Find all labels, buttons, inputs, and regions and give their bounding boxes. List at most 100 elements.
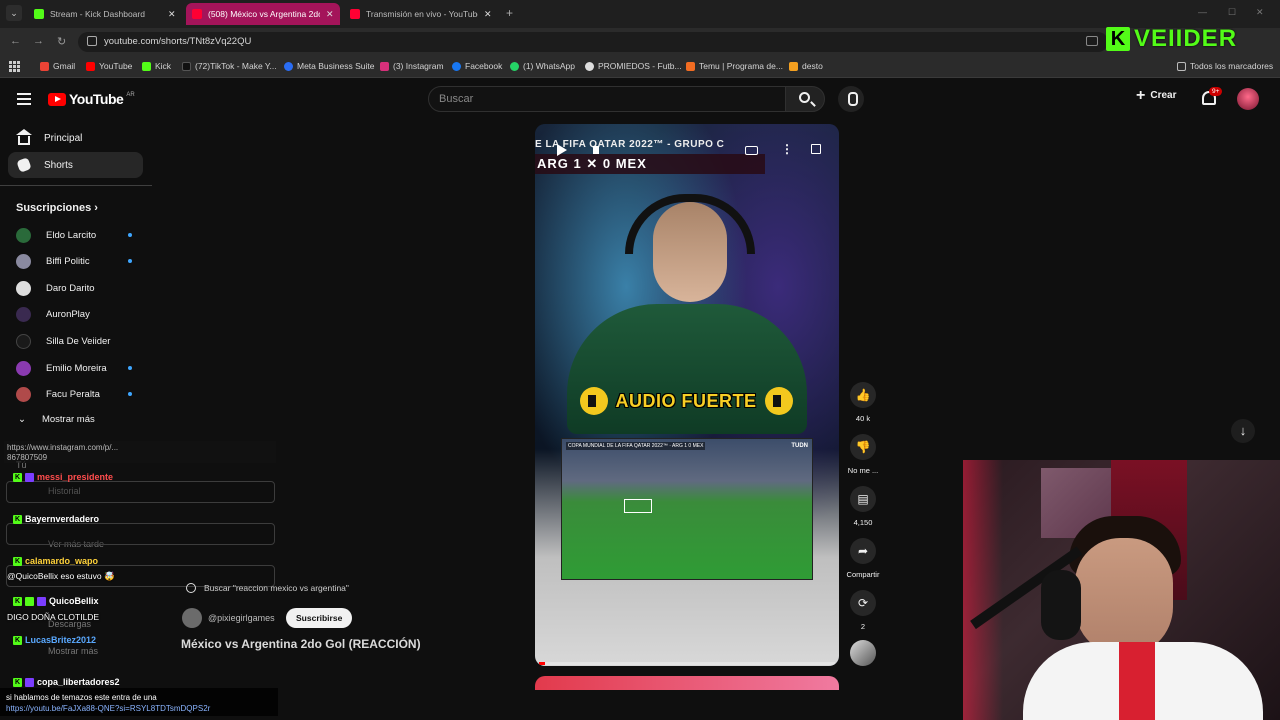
- bookmark-instagram[interactable]: (3) Instagram: [380, 61, 444, 71]
- bookmark-meta[interactable]: Meta Business Suite: [284, 61, 374, 71]
- dislike-button[interactable]: 👎 No me ...: [842, 434, 884, 475]
- gift-badge-icon: [37, 596, 46, 606]
- account-avatar[interactable]: [1237, 88, 1259, 110]
- more-options-icon[interactable]: ⋮: [781, 142, 793, 156]
- search-icon: [186, 583, 196, 593]
- browser-tab-kick[interactable]: Stream - Kick Dashboard ✕: [28, 3, 182, 25]
- back-icon[interactable]: ←: [10, 35, 21, 47]
- comments-button[interactable]: ▤ 4,150: [842, 486, 884, 527]
- audio-warning-banner: AUDIO FUERTE: [561, 382, 811, 420]
- bookmarks-bar: Gmail YouTube Kick (72)TikTok - Make Y..…: [0, 56, 1280, 78]
- speaker-icon: [764, 387, 793, 415]
- sidebar-item-principal[interactable]: Principal: [8, 125, 143, 151]
- bookmark-kick[interactable]: Kick: [142, 61, 171, 71]
- short-title[interactable]: México vs Argentina 2do Gol (REACCIÓN): [181, 637, 421, 651]
- next-short-button[interactable]: [1231, 419, 1255, 443]
- subscription-item[interactable]: AuronPlay: [16, 305, 136, 323]
- microphone-icon: [1041, 570, 1081, 640]
- search-icon: [799, 92, 810, 103]
- kick-badge-icon: K: [13, 596, 22, 606]
- subscription-item[interactable]: Biffi Politic: [16, 252, 136, 270]
- whatsapp-icon: [510, 61, 519, 71]
- sidebar-item-shorts[interactable]: Shorts: [8, 152, 143, 178]
- tab-search-icon[interactable]: ⌄: [6, 5, 22, 21]
- subscription-item[interactable]: Emilio Moreira: [16, 359, 136, 377]
- volume-icon[interactable]: [593, 146, 599, 154]
- bookmark-facebook[interactable]: Facebook: [452, 61, 502, 71]
- home-icon: [16, 128, 32, 145]
- bookmark-gmail[interactable]: Gmail: [40, 61, 75, 71]
- next-short-preview[interactable]: [535, 676, 839, 690]
- subscription-item[interactable]: Facu Peralta: [16, 385, 136, 403]
- related-search-suggestion[interactable]: Buscar "reaccion mexico vs argentina": [186, 583, 349, 593]
- subscription-item[interactable]: Daro Darito: [16, 279, 136, 297]
- bookmark-temu[interactable]: Temu | Programa de...: [686, 61, 783, 71]
- progress-fill: [539, 662, 545, 665]
- streamer-name: VEIIDER: [1134, 25, 1238, 52]
- remix-button[interactable]: ⟳ 2: [842, 590, 884, 631]
- remix-icon: ⟳: [857, 596, 869, 610]
- video-progress-bar[interactable]: [539, 662, 835, 665]
- bookmark-promiedos[interactable]: PROMIEDOS - Futb...: [585, 61, 682, 71]
- youtube-header: YouTube AR Buscar + Crear 9+: [0, 78, 1280, 122]
- sound-thumbnail: [850, 640, 876, 666]
- new-content-dot: [128, 392, 132, 396]
- comment-icon: ▤: [857, 492, 869, 506]
- close-window-icon[interactable]: ✕: [1256, 7, 1264, 18]
- bookmark-youtube[interactable]: YouTube: [86, 61, 132, 71]
- search-button[interactable]: [785, 86, 825, 112]
- captions-icon[interactable]: [745, 146, 758, 155]
- minimize-icon[interactable]: —: [1198, 7, 1207, 17]
- short-channel[interactable]: @pixiegirlgames: [182, 608, 275, 628]
- youtube-logo[interactable]: YouTube AR: [48, 91, 135, 107]
- tab-title: Stream - Kick Dashboard: [50, 9, 145, 19]
- subscribe-button[interactable]: Suscribirse: [286, 608, 353, 628]
- subscription-item[interactable]: Silla De Veiider: [16, 332, 136, 350]
- subscription-item[interactable]: Eldo Larcito: [16, 226, 136, 244]
- cast-icon[interactable]: [1086, 36, 1098, 46]
- close-tab-icon[interactable]: ✕: [484, 9, 492, 20]
- apps-grid-icon[interactable]: [9, 61, 20, 72]
- create-button[interactable]: + Crear: [1136, 87, 1176, 103]
- like-button[interactable]: 👍 40 k: [842, 382, 884, 423]
- site-info-icon[interactable]: [87, 36, 97, 46]
- chat-message-text: @QuicoBellix eso estuvo 🤯: [7, 571, 115, 581]
- voice-search-icon[interactable]: [838, 86, 864, 112]
- all-bookmarks-folder[interactable]: Todos los marcadores: [1177, 61, 1273, 71]
- video-person: [653, 202, 727, 302]
- share-button[interactable]: ➦ Compartir: [842, 538, 884, 579]
- browser-tab-youtube-live[interactable]: Transmisión en vivo - YouTube ✕: [344, 3, 498, 25]
- chat-username: K QuicoBellix: [13, 596, 99, 606]
- show-more-subscriptions[interactable]: ⌄ Mostrar más: [18, 414, 95, 425]
- sidebar-item-show-more[interactable]: Mostrar más: [48, 646, 98, 656]
- speaker-icon: [579, 387, 608, 415]
- bookmark-desto[interactable]: desto: [789, 61, 823, 71]
- kick-badge-icon: K: [13, 514, 22, 524]
- bookmark-tiktok[interactable]: (72)TikTok - Make Y...: [182, 61, 277, 71]
- search-input[interactable]: Buscar: [428, 86, 786, 112]
- browser-tab-youtube-short[interactable]: (508) México vs Argentina 2do ✕: [186, 3, 340, 25]
- url-text: youtube.com/shorts/TNt8zVq22QU: [104, 36, 252, 47]
- reload-icon[interactable]: ↻: [57, 35, 66, 48]
- channel-avatar: [16, 333, 31, 349]
- sidebar-divider: [0, 185, 152, 186]
- close-tab-icon[interactable]: ✕: [168, 9, 176, 20]
- menu-icon[interactable]: [17, 93, 31, 105]
- tab-title: Transmisión en vivo - YouTube: [366, 9, 478, 19]
- instagram-icon: [380, 61, 389, 71]
- close-tab-icon[interactable]: ✕: [326, 9, 334, 20]
- short-video-player[interactable]: E LA FIFA QATAR 2022™ - GRUPO C ARG 1 ✕ …: [535, 124, 839, 666]
- subscriptions-heading[interactable]: Suscripciones ›: [16, 202, 98, 214]
- kick-streamer-logo: K VEIIDER: [1106, 25, 1237, 53]
- gmail-icon: [40, 61, 49, 71]
- audio-source-thumbnail[interactable]: [842, 640, 884, 672]
- chat-message-link[interactable]: https://youtu.be/FaJXa88-QNE?si=RSYL8TDT…: [6, 703, 272, 714]
- url-field[interactable]: youtube.com/shorts/TNt8zVq22QU: [78, 32, 1108, 52]
- bookmark-whatsapp[interactable]: (1) WhatsApp: [510, 61, 575, 71]
- fullscreen-icon[interactable]: [811, 144, 821, 154]
- maximize-icon[interactable]: ☐: [1228, 7, 1236, 18]
- forward-icon[interactable]: →: [33, 35, 44, 47]
- youtube-favicon-icon: [350, 9, 360, 19]
- new-tab-icon[interactable]: +: [506, 6, 513, 20]
- play-icon[interactable]: [557, 144, 567, 156]
